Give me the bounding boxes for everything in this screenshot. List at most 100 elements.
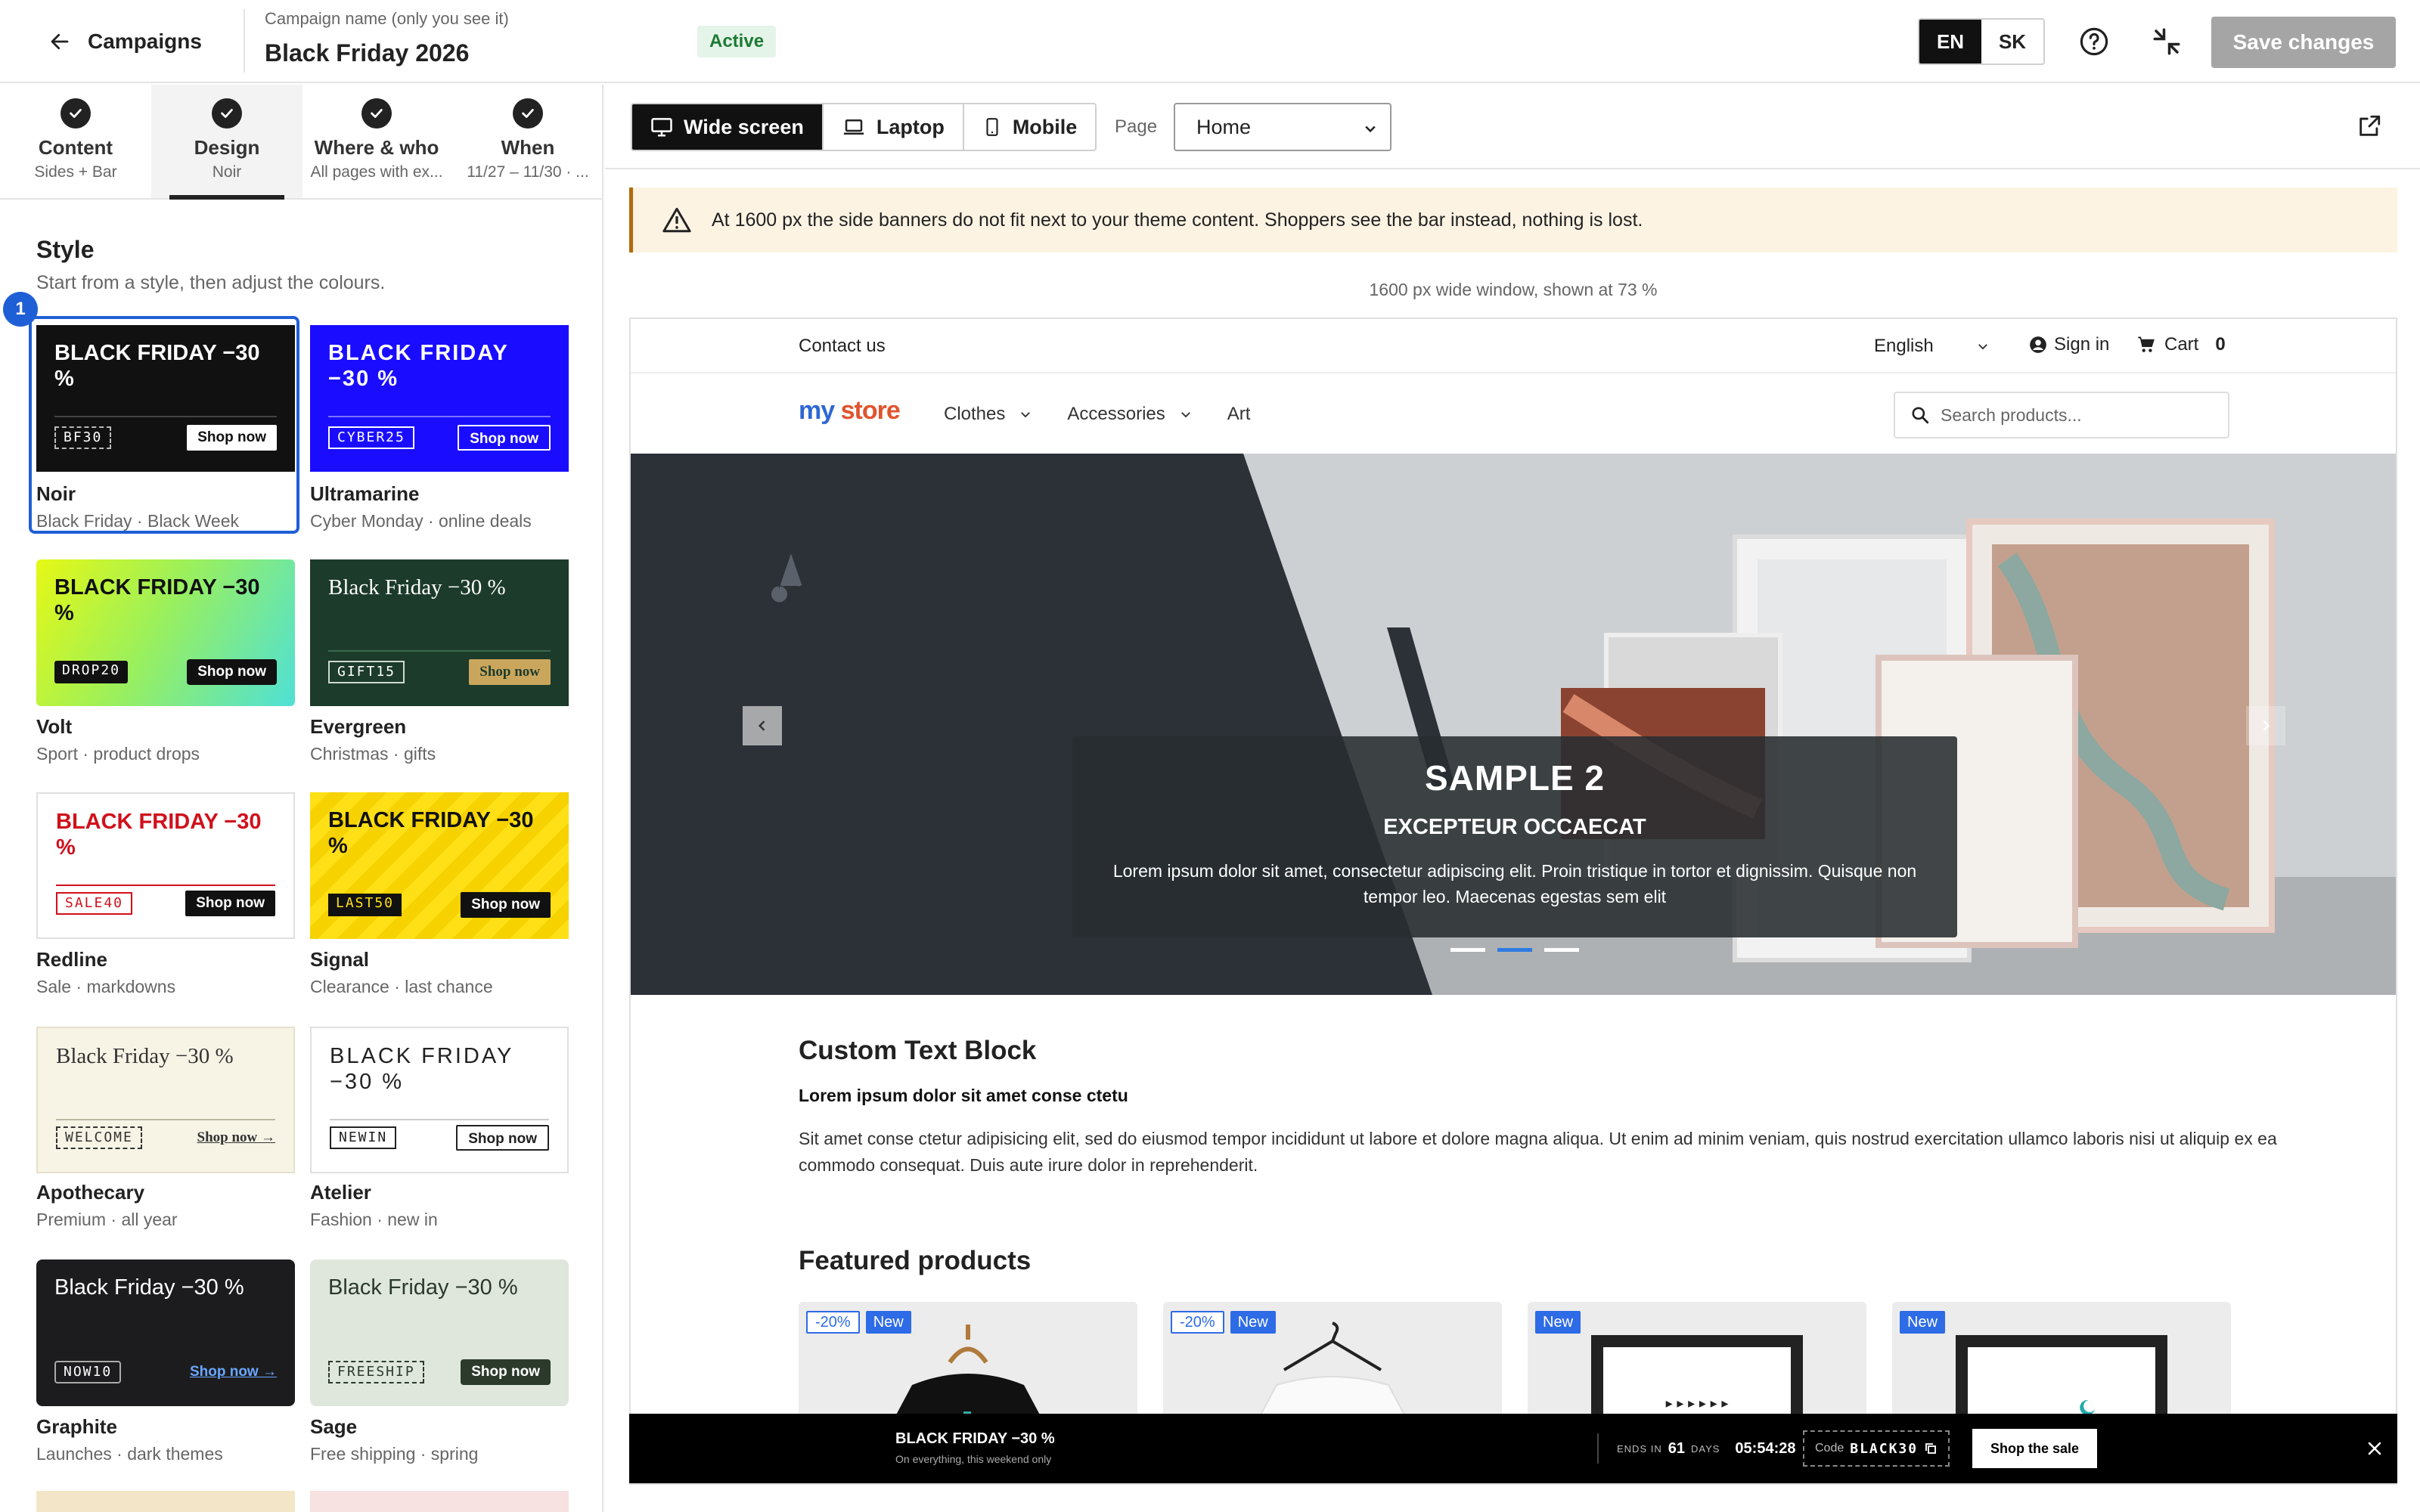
promo-code[interactable]: Code BLACK30 — [1803, 1430, 1950, 1467]
device-laptop-button[interactable]: Laptop — [823, 104, 964, 150]
card-button: Shop now → — [197, 1129, 276, 1145]
search-icon — [1910, 405, 1930, 425]
card-name: Signal — [310, 948, 370, 971]
warning-icon — [633, 206, 712, 234]
tab-where-who[interactable]: Where & who All pages with ex... — [301, 85, 452, 198]
chevron-down-icon — [1021, 412, 1031, 418]
card-tagline: Christmas · gifts — [310, 744, 436, 764]
promo-subtitle: On everything, this weekend only — [895, 1453, 1052, 1465]
card-tagline: Free shipping · spring — [310, 1444, 479, 1464]
language-en-button[interactable]: EN — [1919, 20, 1981, 64]
collapse-icon[interactable] — [2151, 26, 2183, 57]
tab-design[interactable]: Design Noir — [151, 85, 302, 198]
block-bold-text: Lorem ipsum dolor sit amet conse ctetu — [799, 1086, 1128, 1105]
style-card-atelier[interactable]: BLACK FRIDAY −30 % NEWIN Shop now — [310, 1027, 569, 1173]
card-tagline: Fashion · new in — [310, 1210, 438, 1229]
sign-in-link[interactable]: Sign in — [2028, 334, 2109, 355]
tab-when[interactable]: When 11/27 – 11/30 · ... — [452, 85, 602, 198]
slide-dot[interactable] — [1544, 948, 1579, 952]
hero-slider[interactable]: SAMPLE 2 EXCEPTEUR OCCAECAT Lorem ipsum … — [631, 454, 2396, 995]
slide-indicators — [1450, 948, 1579, 952]
card-tagline: Cyber Monday · online deals — [310, 511, 532, 531]
device-wide-screen-button[interactable]: Wide screen — [632, 104, 824, 150]
style-card-apothecary[interactable]: Black Friday −30 % WELCOME Shop now → — [36, 1027, 295, 1173]
slide-dot[interactable] — [1450, 948, 1485, 952]
countdown: ENDS IN 61 DAYS 05:54:28 — [1597, 1433, 1795, 1464]
card-code: FREESHIP — [328, 1361, 424, 1383]
card-code: GIFT15 — [328, 661, 405, 683]
open-external-icon[interactable] — [2356, 113, 2382, 139]
style-card-graphite[interactable]: Black Friday −30 % NOW10 Shop now → — [36, 1259, 295, 1406]
save-changes-button[interactable]: Save changes — [2211, 17, 2396, 68]
card-tagline: Sport · product drops — [36, 744, 200, 764]
close-icon[interactable] — [2366, 1439, 2384, 1458]
store-language-select[interactable]: English — [1874, 336, 1990, 357]
tab-subtitle: 11/27 – 11/30 · ... — [467, 163, 589, 181]
back-to-campaigns-button[interactable]: Campaigns — [48, 23, 202, 60]
svg-text:▸ ▸ ▸ ▸ ▸ ▸: ▸ ▸ ▸ ▸ ▸ ▸ — [1666, 1396, 1729, 1411]
store-menu: Clothes Accessories Art — [944, 404, 1250, 425]
card-headline: BLACK FRIDAY −30 % — [54, 575, 260, 625]
store-logo[interactable]: my store — [799, 396, 901, 426]
card-tagline: Sale · markdowns — [36, 977, 176, 996]
step-tabs: Content Sides + Bar Design Noir Where & … — [0, 85, 602, 200]
language-sk-button[interactable]: SK — [1981, 20, 2043, 64]
laptop-icon — [842, 116, 866, 138]
style-card-ultramarine[interactable]: BLACK FRIDAY −30 % CYBER25 Shop now — [310, 325, 569, 472]
check-icon — [361, 98, 392, 129]
divider — [56, 885, 275, 886]
style-card-noir[interactable]: BLACK FRIDAY −30 % BF30 Shop now — [36, 325, 295, 472]
next-slide-button[interactable] — [2246, 706, 2285, 745]
store-search-input[interactable]: Search products... — [1894, 392, 2229, 438]
language-switch: EN SK — [1918, 18, 2045, 65]
slide-dot-active[interactable] — [1497, 948, 1532, 952]
countdown-time: 05:54:28 — [1735, 1439, 1796, 1457]
arrow-left-icon — [48, 30, 71, 53]
product-tags: New — [1535, 1311, 1581, 1334]
campaign-name[interactable]: Black Friday 2026 — [265, 39, 469, 67]
card-button: Shop now — [456, 1125, 549, 1151]
card-tagline: Clearance · last chance — [310, 977, 493, 996]
card-code: WELCOME — [56, 1126, 142, 1149]
card-button: Shop now — [185, 891, 275, 916]
divider — [244, 9, 245, 73]
style-card-signal[interactable]: BLACK FRIDAY −30 % LAST50 Shop now — [310, 792, 569, 939]
store-top-bar: Contact us English Sign in Cart 0 — [631, 319, 2396, 373]
device-mobile-button[interactable]: Mobile — [963, 104, 1096, 150]
card-headline: BLACK FRIDAY −30 % — [56, 810, 262, 860]
prev-slide-button[interactable] — [743, 706, 782, 745]
monitor-icon — [650, 116, 673, 138]
menu-item-accessories[interactable]: Accessories — [1067, 404, 1192, 425]
help-icon[interactable] — [2078, 26, 2110, 57]
style-card-partial[interactable] — [36, 1491, 295, 1512]
menu-item-clothes[interactable]: Clothes — [944, 404, 1032, 425]
active-tab-indicator — [169, 195, 284, 200]
style-card-redline[interactable]: BLACK FRIDAY −30 % SALE40 Shop now — [36, 792, 295, 939]
style-card-volt[interactable]: BLACK FRIDAY −30 % DROP20 Shop now — [36, 559, 295, 706]
ends-label: ENDS IN — [1617, 1442, 1662, 1455]
cart-link[interactable]: Cart 0 — [2136, 334, 2226, 355]
copy-icon — [1924, 1442, 1938, 1455]
card-headline: Black Friday −30 % — [328, 575, 506, 600]
card-code: DROP20 — [54, 661, 129, 683]
card-headline: BLACK FRIDAY −30 % — [54, 341, 260, 391]
menu-item-art[interactable]: Art — [1227, 404, 1251, 425]
style-heading: Style — [36, 236, 95, 263]
store-nav: my store Clothes Accessories Art Search … — [631, 375, 2396, 454]
card-name: Sage — [310, 1415, 358, 1438]
tab-content[interactable]: Content Sides + Bar — [0, 85, 151, 198]
search-placeholder: Search products... — [1941, 404, 2082, 425]
style-subtitle: Start from a style, then adjust the colo… — [36, 272, 386, 293]
cart-label: Cart — [2164, 334, 2199, 355]
card-tagline: Black Friday · Black Week — [36, 511, 239, 531]
chevron-down-icon — [1363, 121, 1378, 136]
design-sidebar: Content Sides + Bar Design Noir Where & … — [0, 85, 603, 1512]
shop-the-sale-button[interactable]: Shop the sale — [1972, 1429, 2098, 1468]
promo-title: BLACK FRIDAY −30 % — [895, 1430, 1055, 1447]
page-select[interactable]: Home — [1174, 103, 1392, 151]
style-card-partial[interactable] — [310, 1491, 569, 1512]
contact-link[interactable]: Contact us — [799, 336, 886, 357]
style-card-sage[interactable]: Black Friday −30 % FREESHIP Shop now — [310, 1259, 569, 1406]
style-card-evergreen[interactable]: Black Friday −30 % GIFT15 Shop now — [310, 559, 569, 706]
card-button: Shop now → — [189, 1364, 277, 1380]
